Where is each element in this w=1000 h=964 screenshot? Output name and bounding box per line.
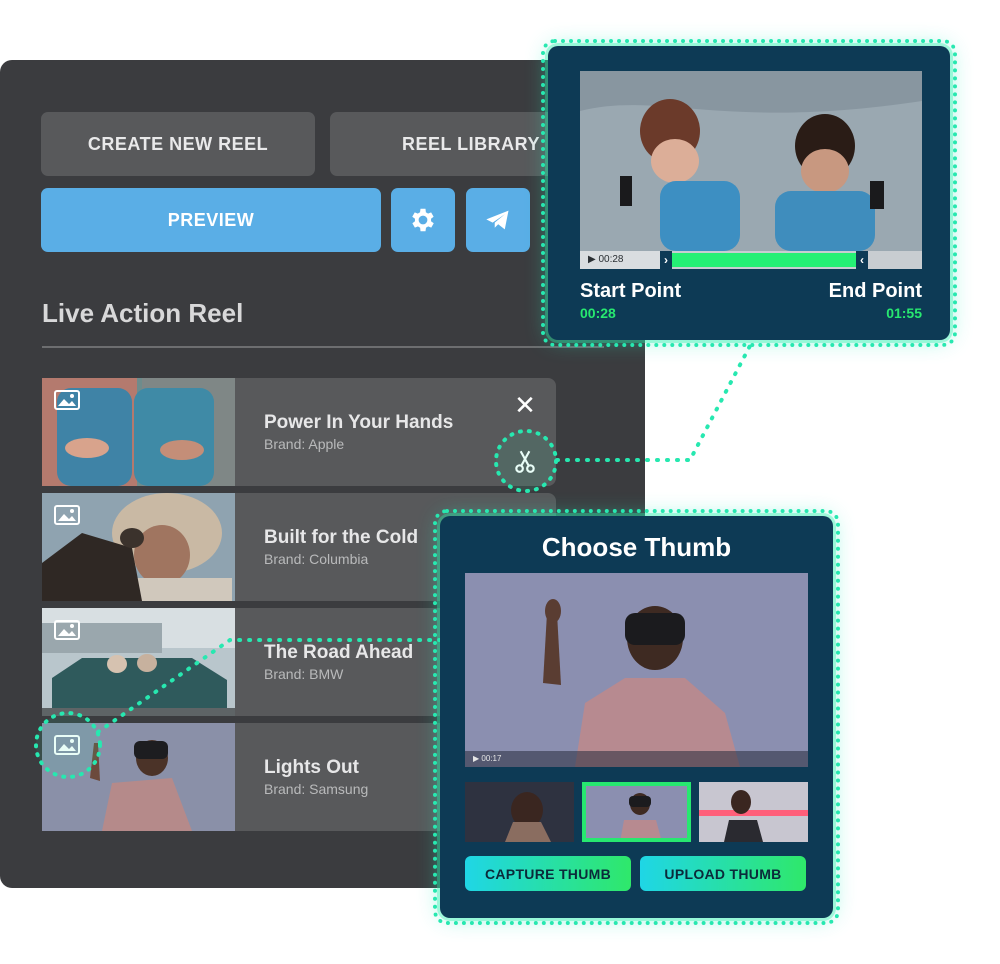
trim-video-preview[interactable] xyxy=(580,71,922,251)
thumb-option-image xyxy=(582,782,691,842)
reel-item-brand: Brand: Apple xyxy=(264,436,345,452)
send-button[interactable] xyxy=(466,188,530,252)
reel-library-button[interactable]: REEL LIBRARY xyxy=(330,112,570,176)
reel-item-name: Power In Your Hands xyxy=(264,412,454,433)
gear-icon xyxy=(412,208,434,232)
thumb-option[interactable] xyxy=(465,782,574,842)
create-new-reel-button[interactable]: CREATE NEW REEL xyxy=(41,112,315,176)
settings-button[interactable] xyxy=(391,188,455,252)
video-frame xyxy=(465,573,808,767)
trim-callout: ▶ 00:28 › ‹ Start Point End Point 00:28 … xyxy=(541,39,957,347)
choose-thumb-callout: Choose Thumb ▶ 00:17 CAPTURE THUMB UPLOA… xyxy=(433,509,840,925)
trim-selected-range[interactable] xyxy=(672,253,856,267)
divider xyxy=(42,346,604,348)
close-icon[interactable]: ✕ xyxy=(514,392,536,418)
choose-thumb-title: Choose Thumb xyxy=(541,532,732,562)
video-frame xyxy=(580,71,922,251)
reel-thumbnail[interactable] xyxy=(42,608,235,716)
reel-thumbnail[interactable] xyxy=(42,723,235,831)
end-point-value: 01:55 xyxy=(886,305,922,321)
thumb-option-selected[interactable] xyxy=(582,782,691,842)
image-icon xyxy=(54,735,80,755)
start-point-label: Start Point xyxy=(580,280,682,302)
image-icon xyxy=(54,390,80,410)
reel-thumbnail[interactable] xyxy=(42,493,235,601)
reel-thumbnail[interactable] xyxy=(42,378,235,486)
trim-end-handle[interactable]: ‹ xyxy=(856,251,868,269)
image-icon xyxy=(54,505,80,525)
end-point-label: End Point xyxy=(828,280,922,302)
thumb-video-preview[interactable]: ▶ 00:17 xyxy=(465,573,808,767)
reel-item-name: The Road Ahead xyxy=(264,642,414,663)
capture-thumb-button[interactable]: CAPTURE THUMB xyxy=(465,856,631,891)
scissors-icon[interactable] xyxy=(512,448,538,474)
image-icon xyxy=(54,620,80,640)
trim-timeline[interactable]: ▶ 00:28 › ‹ xyxy=(580,251,922,269)
reel-item-brand: Brand: Columbia xyxy=(264,551,369,567)
reel-item-name: Built for the Cold xyxy=(264,527,419,548)
thumb-option[interactable] xyxy=(699,782,808,842)
trim-start-handle[interactable]: › xyxy=(660,251,672,269)
reel-item[interactable]: Power In Your Hands Brand: Apple ✕ xyxy=(42,378,556,486)
start-point-value: 00:28 xyxy=(580,305,616,321)
reel-item-brand: Brand: BMW xyxy=(264,666,344,682)
reel-title: Live Action Reel xyxy=(42,298,244,328)
current-time: ▶ 00:28 xyxy=(580,251,660,269)
reel-item-brand: Brand: Samsung xyxy=(264,781,369,797)
reel-item-name: Lights Out xyxy=(264,757,359,778)
upload-thumb-button[interactable]: UPLOAD THUMB xyxy=(640,856,806,891)
thumb-option-image xyxy=(465,782,574,842)
paper-plane-icon xyxy=(486,210,509,230)
thumb-video-time: ▶ 00:17 xyxy=(465,751,808,767)
preview-button[interactable]: PREVIEW xyxy=(41,188,381,252)
thumb-option-image xyxy=(699,782,808,842)
